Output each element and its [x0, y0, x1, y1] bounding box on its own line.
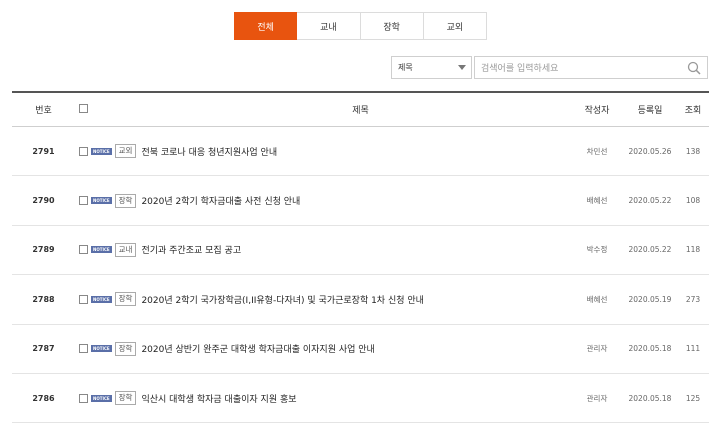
category-badge: 교내 [114, 242, 137, 257]
row-checkbox[interactable] [79, 393, 88, 403]
row-title-link[interactable]: 2020년 2학기 국가장학금(I,II유형-다자녀) 및 국가근로장학 1차 … [141, 293, 423, 306]
row-checkbox[interactable] [79, 245, 88, 255]
row-title-cell: NOTICE 장학 2020년 상반기 완주군 대학생 학자금대출 이자지원 사… [79, 341, 375, 356]
row-author: 관리자 [586, 393, 608, 403]
table-row[interactable]: 2788 NOTICE 장학 2020년 2학기 국가장학금(I,II유형-다자… [12, 275, 709, 325]
notice-badge: NOTICE [91, 295, 112, 303]
row-views: 273 [685, 294, 701, 304]
row-title-cell: NOTICE 교내 전기과 주간조교 모집 공고 [79, 242, 241, 257]
category-tabs: 전체 교내 장학 교외 [234, 12, 487, 40]
notice-badge: NOTICE [91, 345, 112, 353]
table-row[interactable]: 2786 NOTICE 장학 익산시 대학생 학자금 대출이자 지원 홍보 관리… [12, 374, 709, 424]
row-title-link[interactable]: 전기과 주간조교 모집 공고 [141, 243, 241, 256]
row-date: 2020.05.19 [628, 294, 672, 304]
notice-badge: NOTICE [91, 147, 112, 155]
row-date: 2020.05.26 [628, 146, 672, 156]
row-date: 2020.05.22 [628, 196, 672, 206]
table-row[interactable]: 2787 NOTICE 장학 2020년 상반기 완주군 대학생 학자금대출 이… [12, 325, 709, 374]
search-placeholder: 검색어를 입력하세요 [481, 64, 559, 74]
row-title-link[interactable]: 2020년 상반기 완주군 대학생 학자금대출 이자지원 사업 안내 [141, 342, 374, 355]
row-date: 2020.05.18 [628, 344, 672, 354]
row-number: 2791 [32, 146, 55, 156]
search-input[interactable]: 검색어를 입력하세요 [474, 56, 708, 79]
row-title-link[interactable]: 2020년 2학기 학자금대출 사전 신청 안내 [141, 194, 300, 207]
row-title-cell: NOTICE 장학 2020년 2학기 학자금대출 사전 신청 안내 [79, 193, 300, 208]
search-bar: 제목 검색어를 입력하세요 [391, 56, 708, 79]
table-row[interactable]: 2791 NOTICE 교외 전북 코로나 대응 청년지원사업 안내 차민선 2… [12, 127, 709, 177]
row-author: 배혜선 [586, 196, 608, 206]
row-author: 관리자 [586, 344, 608, 354]
row-checkbox[interactable] [79, 146, 88, 156]
category-badge: 장학 [114, 292, 137, 307]
notice-badge: NOTICE [91, 394, 112, 402]
row-views: 108 [685, 196, 701, 206]
notice-badge: NOTICE [91, 246, 112, 254]
category-badge: 장학 [114, 391, 137, 406]
row-number: 2788 [32, 294, 55, 304]
category-badge: 장학 [114, 341, 137, 356]
header-date: 등록일 [637, 106, 663, 116]
row-views: 138 [685, 146, 701, 156]
header-no: 번호 [35, 106, 52, 116]
row-date: 2020.05.22 [628, 245, 672, 255]
notice-board-table: 번호 제목 작성자 등록일 조회 2791 NOTICE 교외 전북 코로나 대… [12, 91, 709, 424]
category-badge: 장학 [114, 193, 137, 208]
category-badge: 교외 [114, 144, 137, 159]
search-icon[interactable] [687, 61, 701, 75]
table-header: 번호 제목 작성자 등록일 조회 [12, 91, 709, 127]
header-author: 작성자 [584, 106, 610, 116]
row-title-link[interactable]: 전북 코로나 대응 청년지원사업 안내 [141, 145, 277, 158]
row-views: 118 [685, 245, 701, 255]
row-title-cell: NOTICE 장학 익산시 대학생 학자금 대출이자 지원 홍보 [79, 391, 297, 406]
notice-badge: NOTICE [91, 197, 112, 205]
row-title-link[interactable]: 익산시 대학생 학자금 대출이자 지원 홍보 [141, 392, 296, 405]
select-all-checkbox[interactable] [79, 103, 88, 116]
row-author: 배혜선 [586, 294, 608, 304]
chevron-down-icon [458, 65, 466, 70]
row-date: 2020.05.18 [628, 393, 672, 403]
row-checkbox[interactable] [79, 196, 88, 206]
row-views: 125 [685, 393, 701, 403]
table-row[interactable]: 2789 NOTICE 교내 전기과 주간조교 모집 공고 박수정 2020.0… [12, 226, 709, 276]
row-number: 2790 [32, 196, 55, 206]
search-field-value: 제목 [398, 63, 413, 72]
row-author: 박수정 [586, 245, 608, 255]
tab-external[interactable]: 교외 [423, 12, 487, 40]
row-number: 2786 [32, 393, 55, 403]
row-checkbox[interactable] [79, 344, 88, 354]
row-author: 차민선 [586, 146, 608, 156]
search-field-select[interactable]: 제목 [391, 56, 472, 79]
row-number: 2789 [32, 245, 55, 255]
row-title-cell: NOTICE 교외 전북 코로나 대응 청년지원사업 안내 [79, 144, 277, 159]
tab-campus[interactable]: 교내 [297, 12, 361, 40]
row-number: 2787 [32, 344, 55, 354]
row-checkbox[interactable] [79, 294, 88, 304]
tab-scholarship[interactable]: 장학 [360, 12, 424, 40]
header-views: 조회 [684, 106, 702, 116]
table-row[interactable]: 2790 NOTICE 장학 2020년 2학기 학자금대출 사전 신청 안내 … [12, 176, 709, 226]
tab-all[interactable]: 전체 [234, 12, 298, 40]
row-views: 111 [685, 344, 701, 354]
row-title-cell: NOTICE 장학 2020년 2학기 국가장학금(I,II유형-다자녀) 및 … [79, 292, 424, 307]
